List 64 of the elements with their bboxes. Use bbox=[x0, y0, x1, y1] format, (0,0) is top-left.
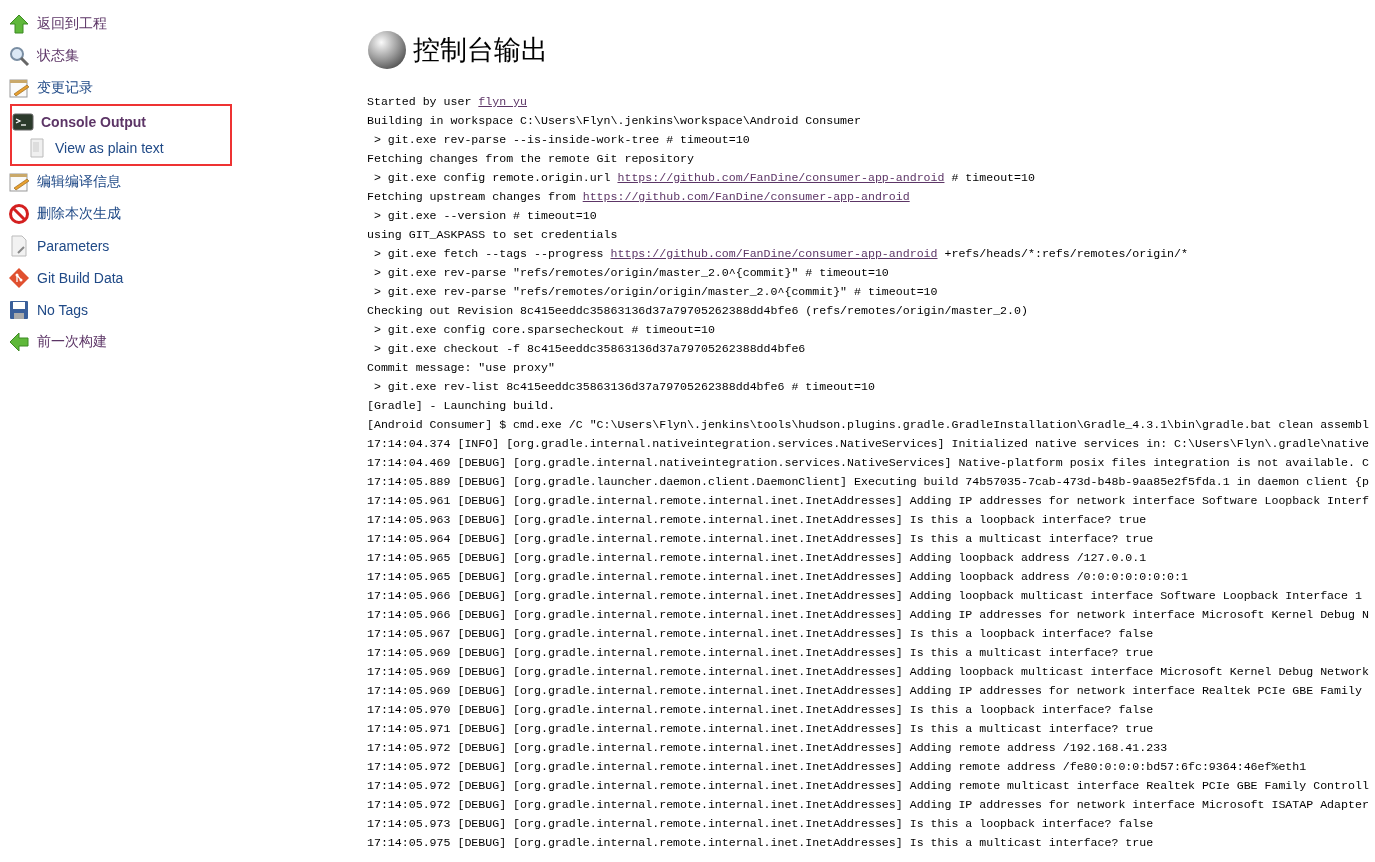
console-line: 17:14:05.972 [DEBUG] [org.gradle.internal.remote.internal.inet.InetAddresses] Adding remote address /192.168.41.233 bbox=[367, 740, 1169, 756]
console-line: > git.exe fetch --tags --progress https://github.com/FanDine/consumer-app-android +refs/heads/*:refs/remotes/origin/* bbox=[372, 246, 1189, 262]
sidebar-item[interactable]: 前一次构建 bbox=[8, 326, 360, 358]
console-link[interactable]: flyn yu bbox=[478, 95, 528, 108]
console-line: [Gradle] - Launching build. bbox=[367, 398, 556, 414]
console-line: 17:14:05.967 [DEBUG] [org.gradle.internal.remote.internal.inet.InetAddresses] Is this a loopback interface? false bbox=[367, 626, 1155, 642]
no-entry-icon bbox=[8, 203, 30, 225]
console-line: 17:14:05.972 [DEBUG] [org.gradle.internal.remote.internal.inet.InetAddresses] Adding remote address /fe80:0:0:0:bd57:6fc:9364:46ef%eth1 bbox=[367, 759, 1308, 775]
console-line: 17:14:05.966 [DEBUG] [org.gradle.internal.remote.internal.inet.InetAddresses] Adding IP addresses for network interface Microsoft Kernel Debug N bbox=[367, 607, 1370, 623]
console-line: Commit message: "use proxy" bbox=[367, 360, 556, 376]
console-line: 17:14:05.889 [DEBUG] [org.gradle.launcher.daemon.client.DaemonClient] Executing build 74b57035-7cab-473d-b48b-9aa85e2f5fda.1 in daemon client {p bbox=[367, 474, 1370, 490]
console-line: 17:14:05.969 [DEBUG] [org.gradle.internal.remote.internal.inet.InetAddresses] Adding loopback multicast interface Microsoft Kernel Debug Network bbox=[367, 664, 1370, 680]
sidebar-item[interactable]: Git Build Data bbox=[8, 262, 360, 294]
console-line: 17:14:05.970 [DEBUG] [org.gradle.internal.remote.internal.inet.InetAddresses] Is this a loopback interface? false bbox=[367, 702, 1155, 718]
up-arrow-icon bbox=[8, 13, 30, 35]
console-line: 17:14:05.975 [DEBUG] [org.gradle.internal.remote.internal.inet.InetAddresses] Is this a multicast interface? true bbox=[367, 835, 1155, 851]
console-line: [Android Consumer] $ cmd.exe /C "C:\Users\Flyn\.jenkins\tools\hudson.plugins.gradle.GradleInstallation\Gradle_4.3.1\bin\gradle.bat clean assembl bbox=[367, 417, 1370, 433]
console-line: Checking out Revision 8c415eeddc35863136d37a79705262388dd4bfe6 (refs/remotes/origin/master_2.0) bbox=[367, 303, 1029, 319]
console-line: 17:14:05.961 [DEBUG] [org.gradle.internal.remote.internal.inet.InetAddresses] Adding IP addresses for network interface Software Loopback Interf bbox=[367, 493, 1370, 509]
console-line: 17:14:05.969 [DEBUG] [org.gradle.internal.remote.internal.inet.InetAddresses] Is this a multicast interface? true bbox=[367, 645, 1155, 661]
console-line: > git.exe checkout -f 8c415eeddc35863136d37a79705262388dd4bfe6 bbox=[372, 341, 807, 357]
console-line: > git.exe rev-list 8c415eeddc35863136d37a79705262388dd4bfe6 # timeout=10 bbox=[372, 379, 876, 395]
console-line: Fetching upstream changes from https://github.com/FanDine/consumer-app-android bbox=[367, 189, 911, 205]
console-line: 17:14:05.969 [DEBUG] [org.gradle.internal.remote.internal.inet.InetAddresses] Adding IP addresses for network interface Realtek PCIe GBE Family bbox=[367, 683, 1363, 699]
console-line: 17:14:05.972 [DEBUG] [org.gradle.internal.remote.internal.inet.InetAddresses] Adding remote multicast interface Realtek PCIe GBE Family Controll bbox=[367, 778, 1370, 794]
sidebar-item[interactable]: No Tags bbox=[8, 294, 360, 326]
console-line: Building in workspace C:\Users\Flyn\.jenkins\workspace\Android Consumer bbox=[367, 113, 862, 129]
console-link[interactable]: https://github.com/FanDine/consumer-app-android bbox=[610, 247, 938, 260]
console-line: 17:14:05.964 [DEBUG] [org.gradle.internal.remote.internal.inet.InetAddresses] Is this a multicast interface? true bbox=[367, 531, 1155, 547]
document-wrench-icon bbox=[8, 235, 30, 257]
search-icon bbox=[8, 45, 30, 67]
console-link[interactable]: https://github.com/FanDine/consumer-app-android bbox=[582, 190, 910, 203]
sidebar-item[interactable]: 编辑编译信息 bbox=[8, 166, 360, 198]
console-line: using GIT_ASKPASS to set credentials bbox=[367, 227, 619, 243]
console-line: 17:14:05.973 [DEBUG] [org.gradle.internal.remote.internal.inet.InetAddresses] Is this a loopback interface? false bbox=[367, 816, 1155, 832]
sidebar-item[interactable]: 返回到工程 bbox=[8, 8, 360, 40]
console-line: > git.exe rev-parse "refs/remotes/origin/origin/master_2.0^{commit}" # timeout=10 bbox=[372, 284, 939, 300]
console-line: 17:14:05.963 [DEBUG] [org.gradle.internal.remote.internal.inet.InetAddresses] Is this a loopback interface? true bbox=[367, 512, 1148, 528]
console-line: 17:14:05.965 [DEBUG] [org.gradle.internal.remote.internal.inet.InetAddresses] Adding loopback address /0:0:0:0:0:0:0:1 bbox=[367, 569, 1189, 585]
console-link[interactable]: https://github.com/FanDine/consumer-app-android bbox=[617, 171, 945, 184]
git-icon bbox=[8, 267, 30, 289]
console-line: > git.exe config remote.origin.url https://github.com/FanDine/consumer-app-android # timeout=10 bbox=[372, 170, 1036, 186]
terminal-icon bbox=[12, 111, 34, 133]
notepad-pencil-icon bbox=[8, 77, 30, 99]
page-title: 控制台输出 bbox=[413, 33, 548, 67]
sphere-icon bbox=[367, 30, 407, 70]
console-line: > git.exe --version # timeout=10 bbox=[372, 208, 598, 224]
sidebar-item[interactable]: 状态集 bbox=[8, 40, 360, 72]
left-arrow-icon bbox=[8, 331, 30, 353]
console-line: > git.exe rev-parse --is-inside-work-tree # timeout=10 bbox=[372, 132, 751, 148]
console-line: 17:14:05.972 [DEBUG] [org.gradle.internal.remote.internal.inet.InetAddresses] Adding IP addresses for network interface Microsoft ISATAP Adapter bbox=[367, 797, 1370, 813]
console-line: 17:14:05.971 [DEBUG] [org.gradle.internal.remote.internal.inet.InetAddresses] Is this a multicast interface? true bbox=[367, 721, 1155, 737]
console-line: Started by user flyn yu bbox=[367, 94, 529, 110]
notepad-pencil-icon bbox=[8, 171, 30, 193]
console-line: Fetching changes from the remote Git repository bbox=[367, 151, 695, 167]
sidebar-item[interactable]: Parameters bbox=[8, 230, 360, 262]
sidebar-item[interactable]: 删除本次生成 bbox=[8, 198, 360, 230]
console-line: 17:14:04.469 [DEBUG] [org.gradle.internal.nativeintegration.services.NativeServices] Native-platform posix files integration is not available. C bbox=[367, 455, 1370, 471]
console-line: > git.exe rev-parse "refs/remotes/origin/master_2.0^{commit}" # timeout=10 bbox=[372, 265, 890, 281]
console-line: 17:14:05.965 [DEBUG] [org.gradle.internal.remote.internal.inet.InetAddresses] Adding loopback address /127.0.0.1 bbox=[367, 550, 1148, 566]
console-line: 17:14:04.374 [INFO] [org.gradle.internal.nativeintegration.services.NativeServices] Initialized native services in: C:\Users\Flyn\.gradle\native bbox=[367, 436, 1370, 452]
console-line: > git.exe config core.sparsecheckout # timeout=10 bbox=[372, 322, 716, 338]
sidebar-item[interactable]: 变更记录 bbox=[8, 72, 360, 104]
console-line: 17:14:05.966 [DEBUG] [org.gradle.internal.remote.internal.inet.InetAddresses] Adding loopback multicast interface Software Loopback Interface 1 bbox=[367, 588, 1363, 604]
